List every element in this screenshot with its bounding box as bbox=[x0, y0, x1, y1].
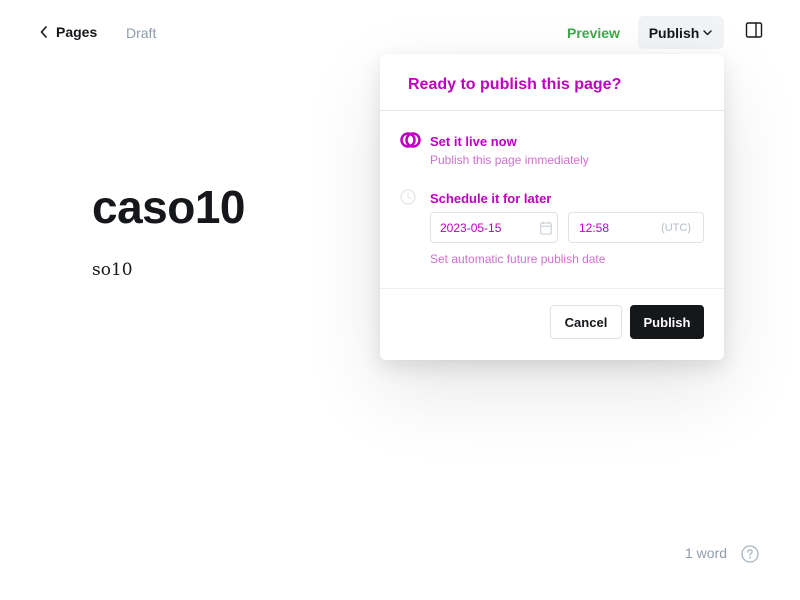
time-value: 12:58 bbox=[579, 221, 610, 235]
option-now-title: Set it live now bbox=[430, 134, 517, 149]
popover-divider bbox=[380, 288, 724, 289]
radio-selected-icon[interactable] bbox=[400, 132, 421, 152]
option-now-description: Publish this page immediately bbox=[430, 153, 589, 167]
post-body[interactable]: so10 bbox=[92, 260, 133, 280]
schedule-hint: Set automatic future publish date bbox=[430, 252, 606, 266]
option-later-title: Schedule it for later bbox=[430, 191, 552, 206]
popover-title: Ready to publish this page? bbox=[408, 76, 622, 93]
date-value: 2023-05-15 bbox=[440, 221, 502, 235]
schedule-time-input[interactable]: 12:58 (UTC) bbox=[568, 212, 704, 243]
publish-button[interactable]: Publish bbox=[630, 305, 704, 339]
preview-button[interactable]: Preview bbox=[567, 25, 620, 41]
clock-icon[interactable] bbox=[400, 189, 420, 209]
publish-menu-label: Publish bbox=[648, 24, 700, 41]
cancel-button[interactable]: Cancel bbox=[550, 305, 622, 339]
option-set-live-now[interactable]: Set it live now Publish this page immedi… bbox=[400, 132, 710, 172]
word-count: 1 word bbox=[685, 545, 728, 561]
schedule-date-input[interactable]: 2023-05-15 bbox=[430, 212, 558, 243]
chevron-left-icon bbox=[40, 22, 50, 42]
back-link-label: Pages bbox=[56, 24, 98, 40]
back-to-pages-link[interactable]: Pages bbox=[40, 22, 97, 42]
calendar-icon[interactable] bbox=[540, 221, 552, 235]
post-status: Draft bbox=[126, 25, 157, 41]
option-schedule-later[interactable]: Schedule it for later bbox=[400, 189, 710, 213]
post-title[interactable]: caso10 bbox=[92, 180, 246, 234]
popover-header: Ready to publish this page? bbox=[380, 54, 724, 111]
question-circle-icon[interactable] bbox=[741, 545, 759, 563]
sidebar-toggle-icon[interactable] bbox=[745, 21, 763, 39]
timezone-label: (UTC) bbox=[661, 222, 691, 234]
chevron-down-icon bbox=[703, 28, 713, 38]
publish-menu-button[interactable]: Publish bbox=[638, 16, 724, 49]
publish-popover: Ready to publish this page? Set it live … bbox=[380, 54, 724, 360]
